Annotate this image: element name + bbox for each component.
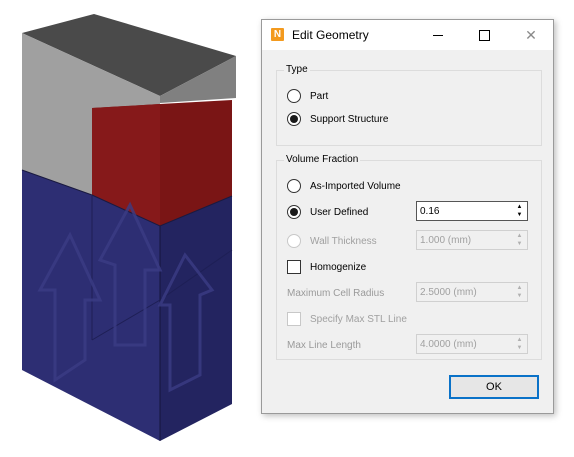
- dialog-title: Edit Geometry: [292, 28, 369, 42]
- dialog-titlebar[interactable]: N Edit Geometry ✕: [262, 20, 553, 50]
- support-structure-radio[interactable]: [287, 112, 301, 126]
- spin-down-icon[interactable]: ▼: [513, 211, 526, 219]
- geometry-block: [21, 14, 236, 441]
- wall-thickness-value: 1.000 (mm): [420, 235, 472, 246]
- homogenize-label: Homogenize: [310, 261, 367, 273]
- max-line-length-label: Max Line Length: [287, 340, 361, 351]
- spin-up-icon[interactable]: ▲: [513, 284, 526, 292]
- part-radio[interactable]: [287, 89, 301, 103]
- type-group-label: Type: [284, 64, 310, 75]
- edit-geometry-dialog: N Edit Geometry ✕ Type Part Support Stru…: [261, 19, 554, 414]
- type-group: Type: [276, 64, 542, 146]
- homogenize-checkbox[interactable]: [287, 260, 301, 274]
- volume-fraction-group-label: Volume Fraction: [284, 154, 361, 165]
- wall-thickness-label: Wall Thickness: [310, 235, 377, 247]
- spin-up-icon[interactable]: ▲: [513, 203, 526, 211]
- specify-max-stl-option[interactable]: Specify Max STL Line: [287, 312, 407, 326]
- max-cell-radius-value: 2.5000 (mm): [420, 287, 477, 298]
- as-imported-volume-label: As-Imported Volume: [310, 180, 401, 192]
- type-option-support-structure[interactable]: Support Structure: [287, 112, 388, 126]
- close-icon: ✕: [525, 27, 537, 43]
- as-imported-volume-radio[interactable]: [287, 179, 301, 193]
- spin-down-icon[interactable]: ▼: [513, 240, 526, 248]
- wall-thickness-option[interactable]: Wall Thickness: [287, 234, 377, 248]
- close-button[interactable]: ✕: [508, 20, 554, 50]
- max-line-length-spinbox[interactable]: 4.0000 (mm) ▲ ▼: [416, 334, 528, 354]
- specify-max-stl-label: Specify Max STL Line: [310, 313, 407, 325]
- wall-thickness-spinbox[interactable]: 1.000 (mm) ▲ ▼: [416, 230, 528, 250]
- app-logo-icon: N: [271, 28, 284, 41]
- user-defined-label: User Defined: [310, 206, 369, 218]
- ok-button[interactable]: OK: [449, 375, 539, 399]
- max-cell-radius-label: Maximum Cell Radius: [287, 288, 385, 299]
- maximize-button[interactable]: [461, 20, 507, 50]
- spin-up-icon[interactable]: ▲: [513, 336, 526, 344]
- max-cell-radius-spinbox[interactable]: 2.5000 (mm) ▲ ▼: [416, 282, 528, 302]
- spin-down-icon[interactable]: ▼: [513, 344, 526, 352]
- maximize-icon: [478, 29, 490, 41]
- user-defined-option[interactable]: User Defined: [287, 205, 368, 219]
- as-imported-volume-option[interactable]: As-Imported Volume: [287, 179, 401, 193]
- max-line-length-value: 4.0000 (mm): [420, 339, 477, 350]
- spin-down-icon[interactable]: ▼: [513, 292, 526, 300]
- homogenize-option[interactable]: Homogenize: [287, 260, 366, 274]
- wall-thickness-radio[interactable]: [287, 234, 301, 248]
- minimize-icon: [433, 34, 443, 36]
- minimize-button[interactable]: [415, 20, 461, 50]
- specify-max-stl-checkbox[interactable]: [287, 312, 301, 326]
- spin-up-icon[interactable]: ▲: [513, 232, 526, 240]
- part-label: Part: [310, 90, 329, 102]
- user-defined-radio[interactable]: [287, 205, 301, 219]
- user-defined-value-spinbox[interactable]: 0.16 ▲ ▼: [416, 201, 528, 221]
- type-option-part[interactable]: Part: [287, 89, 328, 103]
- user-defined-value: 0.16: [420, 206, 440, 217]
- support-structure-label: Support Structure: [310, 113, 389, 125]
